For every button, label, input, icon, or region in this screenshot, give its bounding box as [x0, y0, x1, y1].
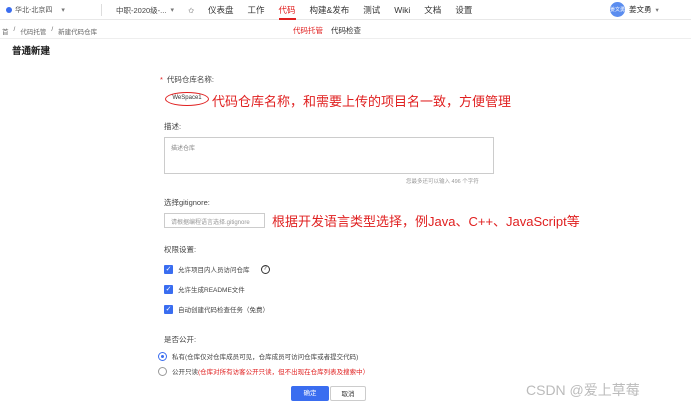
breadcrumb-home[interactable]: 首	[2, 26, 9, 36]
description-placeholder: 描述仓库	[171, 146, 196, 152]
project-label: 中职-2020级-...	[116, 5, 167, 15]
nav-test[interactable]: 测试	[363, 0, 380, 20]
description-textarea[interactable]: 描述仓库	[164, 137, 494, 174]
public-label: 是否公开:	[164, 335, 197, 344]
gitignore-label: 选择gitignore:	[164, 198, 210, 207]
repo-name-input[interactable]: WeSpace1	[165, 92, 209, 106]
breadcrumb-separator: /	[51, 26, 54, 33]
sub-header: 首 / 代码托管 / 新建代码仓库 代码托管 代码检查	[0, 21, 691, 39]
perm-checkbox-code-check[interactable]: ✓ 自动创建代码检查任务（免费）	[164, 304, 269, 314]
breadcrumb-separator: /	[13, 26, 16, 33]
permissions-label: 权限设置:	[164, 245, 197, 254]
cancel-button[interactable]: 取消	[330, 386, 366, 401]
user-name: 姜文勇	[629, 5, 652, 14]
chevron-down-icon: ▾	[61, 7, 65, 14]
tab-code-check[interactable]: 代码检查	[331, 25, 361, 36]
radio-private[interactable]: 私有(仓库仅对仓库成员可见，仓库成员可访问仓库或者提交代码)	[158, 351, 358, 361]
project-selector[interactable]: 中职-2020级-... ▾ ✩	[116, 4, 194, 16]
radio-selected-icon	[158, 351, 167, 361]
repo-name-label: * 代码仓库名称:	[160, 75, 215, 84]
top-navbar: 华北-北京四 ▾ 中职-2020级-... ▾ ✩ 仪表盘 工作 代码 构建&发…	[0, 0, 691, 20]
region-label: 华北-北京四	[15, 7, 53, 14]
chevron-down-icon: ▾	[655, 6, 659, 14]
help-icon[interactable]: ?	[260, 264, 270, 274]
nav-build-release[interactable]: 构建&发布	[310, 0, 350, 20]
perm-checkbox-readme[interactable]: ✓ 允许生成README文件	[164, 284, 245, 294]
chevron-down-icon: ▾	[170, 7, 174, 14]
breadcrumb-code-hosting[interactable]: 代码托管	[20, 26, 46, 36]
repo-name-annotation: 代码仓库名称，和需要上传的项目名一致，方便管理	[212, 94, 512, 109]
checkbox-checked-icon: ✓	[164, 284, 173, 294]
radio-public-readonly-label: 公开只读(仓库对所有访客公开只读，但不出现在仓库列表及搜索中）	[172, 369, 370, 376]
nav-code[interactable]: 代码	[278, 0, 296, 20]
public-readonly-warning: (仓库对所有访客公开只读，但不出现在仓库列表及搜索中）	[198, 369, 370, 376]
gitignore-placeholder: 请根据编程语言选择.gitignore	[171, 220, 250, 226]
user-menu[interactable]: 姜文勇 姜文勇 ▾	[610, 2, 659, 17]
radio-private-label: 私有(仓库仅对仓库成员可见，仓库成员可访问仓库或者提交代码)	[172, 354, 359, 361]
main-nav: 仪表盘 工作 代码 构建&发布 测试 Wiki 文档 设置	[208, 0, 472, 20]
nav-wiki[interactable]: Wiki	[394, 0, 410, 20]
page-title: 普通新建	[12, 46, 51, 57]
checkbox-checked-icon: ✓	[164, 304, 173, 314]
required-marker: *	[160, 75, 163, 84]
confirm-button[interactable]: 确定	[291, 386, 329, 401]
nav-settings[interactable]: 设置	[455, 0, 472, 20]
favorite-star-icon[interactable]: ✩	[188, 6, 194, 15]
radio-unselected-icon	[158, 366, 167, 376]
nav-docs[interactable]: 文档	[424, 0, 441, 20]
radio-public-readonly[interactable]: 公开只读(仓库对所有访客公开只读，但不出现在仓库列表及搜索中）	[158, 366, 369, 376]
nav-work[interactable]: 工作	[248, 0, 265, 20]
region-selector[interactable]: 华北-北京四 ▾	[6, 4, 102, 16]
checkbox-checked-icon: ✓	[164, 264, 173, 274]
perm-option-label: 允许生成README文件	[178, 287, 245, 294]
breadcrumb-current: 新建代码仓库	[58, 29, 98, 36]
sub-tabs: 代码托管 代码检查	[293, 25, 361, 36]
nav-dashboard[interactable]: 仪表盘	[208, 0, 234, 20]
perm-option-label: 允许项目内人员访问仓库	[178, 267, 250, 274]
breadcrumb: 首 / 代码托管 / 新建代码仓库	[2, 26, 97, 36]
gitignore-select[interactable]: 请根据编程语言选择.gitignore	[164, 213, 265, 228]
char-counter: 您最多还可以输入 496 个字符	[406, 179, 479, 185]
description-label: 描述:	[164, 122, 182, 131]
perm-option-label: 自动创建代码检查任务（免费）	[178, 307, 269, 314]
location-icon	[6, 7, 12, 13]
watermark: CSDN @爱上草莓	[526, 382, 640, 398]
avatar: 姜文勇	[610, 2, 625, 17]
perm-checkbox-member-access[interactable]: ✓ 允许项目内人员访问仓库 ?	[164, 264, 270, 274]
gitignore-annotation: 根据开发语言类型选择，例Java、C++、JavaScript等	[272, 214, 580, 229]
tab-code-hosting[interactable]: 代码托管	[293, 25, 323, 36]
